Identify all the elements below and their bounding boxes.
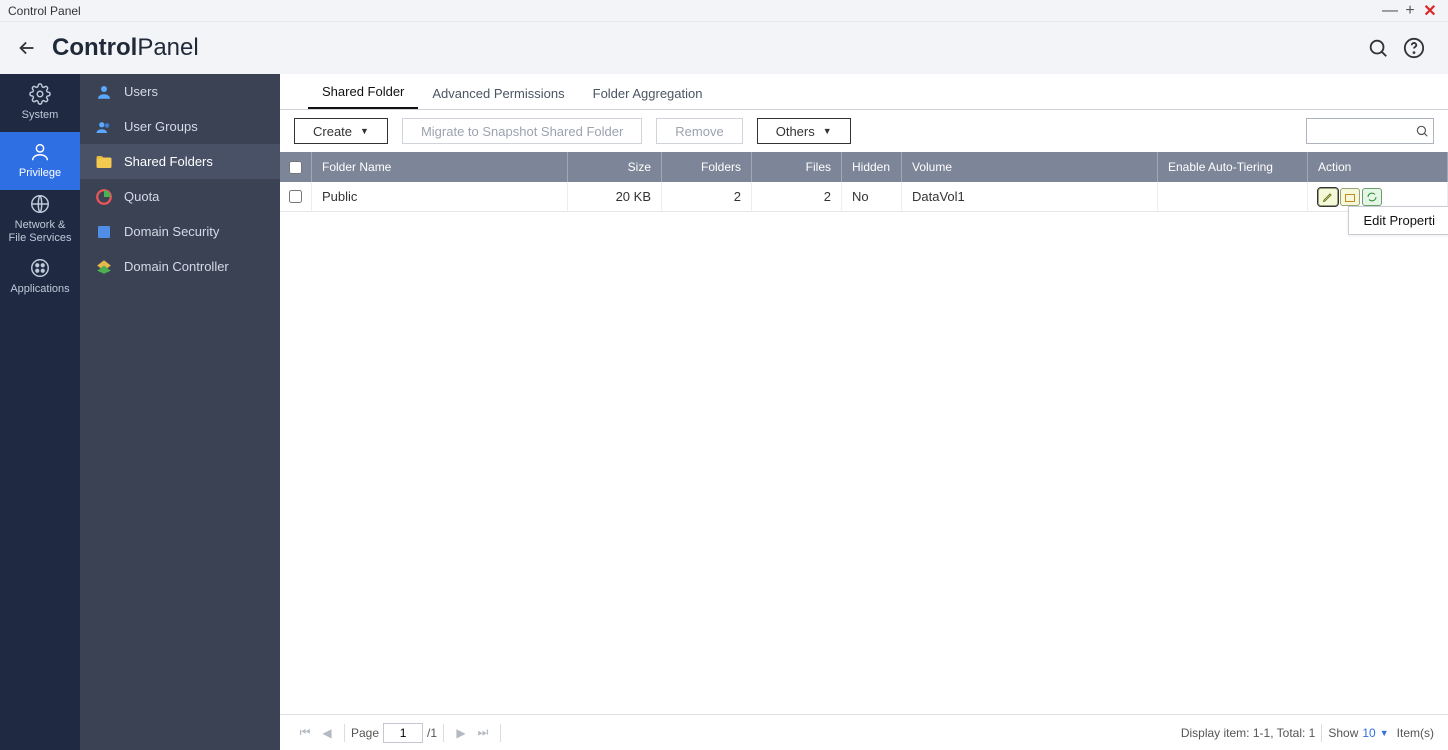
user-icon — [29, 141, 51, 163]
sidebar-item-domain-controller[interactable]: Domain Controller — [80, 249, 280, 284]
column-folders[interactable]: Folders — [662, 152, 752, 182]
window-title-bar: Control Panel — + ✕ — [0, 0, 1448, 22]
page-size-value[interactable]: 10 — [1362, 726, 1375, 740]
column-checkbox[interactable] — [280, 152, 312, 182]
app-header: ControlPanel — [0, 22, 1448, 74]
table-row[interactable]: Public 20 KB 2 2 No DataVol1 — [280, 182, 1448, 212]
table-search-box[interactable] — [1306, 118, 1434, 144]
sidebar-item-quota[interactable]: Quota — [80, 179, 280, 214]
tooltip-edit-properties: Edit Properti — [1348, 206, 1448, 235]
chevron-down-icon: ▼ — [360, 126, 369, 136]
next-page-button[interactable]: ▶ — [450, 726, 472, 740]
globe-icon — [29, 193, 51, 215]
content-area: Shared Folder Advanced Permissions Folde… — [280, 74, 1448, 750]
column-size[interactable]: Size — [568, 152, 662, 182]
column-folder-name[interactable]: Folder Name — [312, 152, 568, 182]
tab-folder-aggregation[interactable]: Folder Aggregation — [579, 78, 717, 109]
primary-nav-rail: System Privilege Network & File Services… — [0, 74, 80, 750]
rail-item-applications[interactable]: Applications — [0, 248, 80, 306]
display-summary: Display item: 1-1, Total: 1 — [1181, 726, 1316, 740]
column-files[interactable]: Files — [752, 152, 842, 182]
row-checkbox[interactable] — [289, 190, 302, 203]
toolbar: Create▼ Migrate to Snapshot Shared Folde… — [280, 110, 1448, 152]
window-title: Control Panel — [8, 4, 81, 18]
search-icon[interactable] — [1360, 37, 1396, 59]
permissions-icon[interactable] — [1340, 188, 1360, 206]
tab-shared-folder[interactable]: Shared Folder — [308, 76, 418, 109]
sidebar-item-user-groups[interactable]: User Groups — [80, 109, 280, 144]
edit-properties-icon[interactable] — [1318, 188, 1338, 206]
cell-files: 2 — [752, 182, 842, 211]
folder-share-icon — [94, 152, 114, 172]
rail-item-system[interactable]: System — [0, 74, 80, 132]
shared-folders-table: Folder Name Size Folders Files Hidden Vo… — [280, 152, 1448, 714]
table-search-input[interactable] — [1311, 124, 1415, 138]
page-input[interactable] — [383, 723, 423, 743]
show-label: Show — [1328, 726, 1358, 740]
cell-size: 20 KB — [568, 182, 662, 211]
apps-icon — [29, 257, 51, 279]
select-all-checkbox[interactable] — [289, 161, 302, 174]
controller-icon — [94, 257, 114, 277]
maximize-button[interactable]: + — [1400, 2, 1420, 20]
remove-button[interactable]: Remove — [656, 118, 742, 144]
rail-item-privilege[interactable]: Privilege — [0, 132, 80, 190]
migrate-button[interactable]: Migrate to Snapshot Shared Folder — [402, 118, 642, 144]
cell-hidden: No — [842, 182, 902, 211]
back-button[interactable] — [16, 37, 38, 59]
cell-auto-tiering — [1158, 182, 1308, 211]
table-header: Folder Name Size Folders Files Hidden Vo… — [280, 152, 1448, 182]
last-page-button[interactable]: ⏭ — [472, 725, 494, 740]
chevron-down-icon: ▼ — [823, 126, 832, 136]
search-icon — [1415, 124, 1429, 138]
page-total: /1 — [427, 726, 437, 740]
refresh-icon[interactable] — [1362, 188, 1382, 206]
chevron-down-icon[interactable]: ▼ — [1380, 728, 1389, 738]
tab-advanced-permissions[interactable]: Advanced Permissions — [418, 78, 578, 109]
shield-icon — [94, 222, 114, 242]
cell-volume: DataVol1 — [902, 182, 1158, 211]
gear-icon — [29, 83, 51, 105]
pagination-bar: ⏮ ◀ Page /1 ▶ ⏭ Display item: 1-1, Total… — [280, 714, 1448, 750]
page-label: Page — [351, 726, 379, 740]
rail-item-network[interactable]: Network & File Services — [0, 190, 80, 248]
column-volume[interactable]: Volume — [902, 152, 1158, 182]
close-button[interactable]: ✕ — [1420, 1, 1440, 21]
first-page-button[interactable]: ⏮ — [294, 725, 316, 740]
tab-bar: Shared Folder Advanced Permissions Folde… — [280, 74, 1448, 110]
sidebar-item-shared-folders[interactable]: Shared Folders — [80, 144, 280, 179]
minimize-button[interactable]: — — [1380, 2, 1400, 20]
secondary-sidebar: Users User Groups Shared Folders Quota D… — [80, 74, 280, 750]
column-action[interactable]: Action — [1308, 152, 1448, 182]
cell-folder-name: Public — [312, 182, 568, 211]
pie-icon — [94, 187, 114, 207]
sidebar-item-users[interactable]: Users — [80, 74, 280, 109]
app-title: ControlPanel — [52, 34, 199, 62]
user-head-icon — [94, 82, 114, 102]
column-hidden[interactable]: Hidden — [842, 152, 902, 182]
users-icon — [94, 117, 114, 137]
create-button[interactable]: Create▼ — [294, 118, 388, 144]
column-auto-tiering[interactable]: Enable Auto-Tiering — [1158, 152, 1308, 182]
items-label: Item(s) — [1397, 726, 1434, 740]
help-icon[interactable] — [1396, 37, 1432, 59]
cell-folders: 2 — [662, 182, 752, 211]
others-button[interactable]: Others▼ — [757, 118, 851, 144]
prev-page-button[interactable]: ◀ — [316, 726, 338, 740]
sidebar-item-domain-security[interactable]: Domain Security — [80, 214, 280, 249]
